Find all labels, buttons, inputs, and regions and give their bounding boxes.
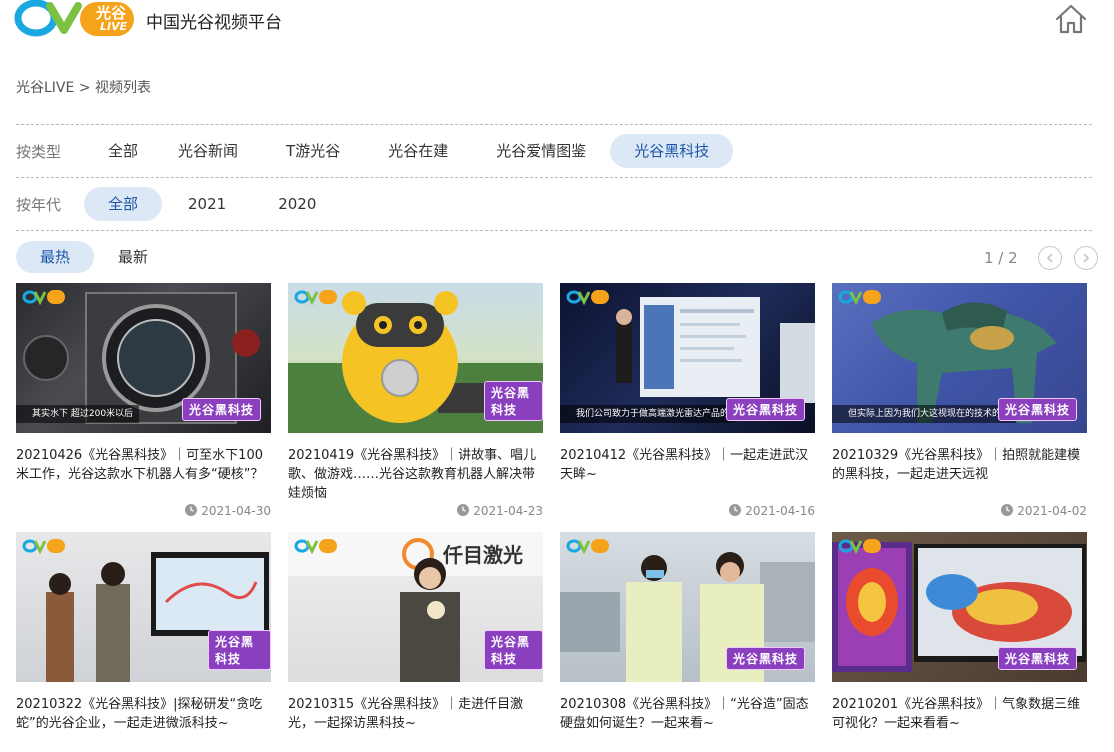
mini-logo-icon <box>566 289 610 306</box>
video-subtitle: 我们公司致力于做高端激光雷达产品的 <box>560 405 736 423</box>
mini-logo-icon <box>566 538 610 555</box>
series-badge: 光谷黑科技 <box>181 398 261 421</box>
home-icon[interactable] <box>1054 2 1088 36</box>
breadcrumb-current: 视频列表 <box>95 80 151 96</box>
video-date-text: 2021-04-23 <box>473 504 543 518</box>
year-all[interactable]: 全部 <box>84 187 163 221</box>
video-card[interactable]: 光谷黑科技 20210322《光谷黑科技》|探秘研发“贪吃蛇”的光谷企业，一起走… <box>16 532 271 752</box>
type-filter: 按类型 全部 光谷新闻 T游光谷 光谷在建 光谷爱情图鉴 光谷黑科技 <box>16 134 734 168</box>
type-love[interactable]: 光谷爱情图鉴 <box>472 134 610 168</box>
sort-tabs: 最热 最新 <box>16 241 172 273</box>
breadcrumb: 光谷LIVE > 视频列表 <box>16 77 151 97</box>
type-construction[interactable]: 光谷在建 <box>364 134 472 168</box>
video-card[interactable]: 我们公司致力于做高端激光雷达产品的 光谷黑科技 20210412《光谷黑科技》｜… <box>560 283 815 519</box>
header: 光谷 LIVE 中国光谷视频平台 <box>0 0 1114 50</box>
chevron-right-icon <box>1083 253 1089 263</box>
video-date: 2021-04-30 <box>16 503 271 519</box>
pager-text: 1 / 2 <box>984 249 1018 267</box>
video-card[interactable]: 但实际上因为我们大这视现在的技术的话 光谷黑科技 20210329《光谷黑科技》… <box>832 283 1087 519</box>
video-date-text: 2021-04-30 <box>201 504 271 518</box>
video-title[interactable]: 20210322《光谷黑科技》|探秘研发“贪吃蛇”的光谷企业，一起走进微派科技~ <box>16 695 271 752</box>
video-title[interactable]: 20210329《光谷黑科技》｜拍照就能建模的黑科技，一起走进天远视 <box>832 446 1087 503</box>
video-thumbnail[interactable]: 我们公司致力于做高端激光雷达产品的 光谷黑科技 <box>560 283 815 433</box>
clock-icon <box>1001 504 1014 516</box>
video-thumbnail[interactable]: 其实水下 超过200米以后 光谷黑科技 <box>16 283 271 433</box>
video-title[interactable]: 20210308《光谷黑科技》｜“光谷造”固态硬盘如何诞生？一起来看~ <box>560 695 815 752</box>
mini-logo-icon <box>294 538 338 555</box>
type-tour[interactable]: T游光谷 <box>262 134 364 168</box>
video-date: 2021-04-16 <box>560 503 815 519</box>
video-thumbnail[interactable]: 仟目激光 光谷黑科技 <box>288 532 543 682</box>
year-filter-label: 按年代 <box>16 195 62 214</box>
year-filter: 按年代 全部 2021 2020 <box>16 187 342 221</box>
video-card[interactable]: 光谷黑科技 20210308《光谷黑科技》｜“光谷造”固态硬盘如何诞生？一起来看… <box>560 532 815 752</box>
breadcrumb-root[interactable]: 光谷LIVE <box>16 80 74 96</box>
year-2020[interactable]: 2020 <box>252 187 342 221</box>
type-filter-label: 按类型 <box>16 142 62 161</box>
svg-text:仟目激光: 仟目激光 <box>442 543 523 567</box>
video-title[interactable]: 20210201《光谷黑科技》｜气象数据三维可视化？一起来看看~ <box>832 695 1087 752</box>
video-thumbnail[interactable]: 光谷黑科技 <box>16 532 271 682</box>
pager: 1 / 2 <box>984 245 1098 271</box>
logo-sub: LIVE <box>100 20 128 33</box>
mini-logo-icon <box>838 289 882 306</box>
series-badge: 光谷黑科技 <box>997 647 1077 670</box>
divider <box>16 124 1092 125</box>
mini-logo-icon <box>22 289 66 306</box>
video-thumbnail[interactable]: 光谷黑科技 <box>560 532 815 682</box>
next-page-button[interactable] <box>1073 246 1098 270</box>
series-badge: 光谷黑科技 <box>208 630 271 670</box>
type-all[interactable]: 全部 <box>92 134 154 168</box>
mini-logo-icon <box>838 538 882 555</box>
video-title[interactable]: 20210426《光谷黑科技》｜可至水下100米工作，光谷这款水下机器人有多“硬… <box>16 446 271 503</box>
video-thumbnail[interactable]: 光谷黑科技 <box>288 283 543 433</box>
video-card[interactable]: 仟目激光 光谷黑科技 20210315《光谷黑科技》｜走进仟目激光，一起探访黑科… <box>288 532 543 752</box>
series-badge: 光谷黑科技 <box>997 398 1077 421</box>
video-date: 2021-04-23 <box>288 503 543 519</box>
chevron-left-icon <box>1046 253 1053 263</box>
video-title[interactable]: 20210412《光谷黑科技》｜一起走进武汉天眸~ <box>560 446 815 503</box>
clock-icon <box>457 504 470 516</box>
video-subtitle: 但实际上因为我们大这视现在的技术的话 <box>832 405 1017 423</box>
video-thumbnail[interactable]: 光谷黑科技 <box>832 532 1087 682</box>
video-date-text: 2021-04-02 <box>1017 504 1087 518</box>
video-card[interactable]: 其实水下 超过200米以后 光谷黑科技 20210426《光谷黑科技》｜可至水下… <box>16 283 271 519</box>
mini-logo-icon <box>22 538 66 555</box>
clock-icon <box>185 504 198 516</box>
series-badge: 光谷黑科技 <box>484 630 543 670</box>
video-date: 2021-04-02 <box>832 503 1087 519</box>
sort-hot[interactable]: 最热 <box>16 241 95 273</box>
video-thumbnail[interactable]: 但实际上因为我们大这视现在的技术的话 光谷黑科技 <box>832 283 1087 433</box>
sort-new[interactable]: 最新 <box>94 241 172 273</box>
type-news[interactable]: 光谷新闻 <box>154 134 262 168</box>
type-tech[interactable]: 光谷黑科技 <box>610 134 734 168</box>
breadcrumb-separator: > <box>78 80 91 96</box>
series-badge: 光谷黑科技 <box>484 381 543 421</box>
video-title[interactable]: 20210419《光谷黑科技》｜讲故事、唱儿歌、做游戏……光谷这款教育机器人解决… <box>288 446 543 503</box>
divider <box>16 230 1092 231</box>
series-badge: 光谷黑科技 <box>725 398 805 421</box>
mini-logo-icon <box>294 289 338 306</box>
video-card[interactable]: 光谷黑科技 20210201《光谷黑科技》｜气象数据三维可视化？一起来看看~ <box>832 532 1087 752</box>
year-2021[interactable]: 2021 <box>162 187 252 221</box>
site-title: 中国光谷视频平台 <box>146 13 282 33</box>
video-date-text: 2021-04-16 <box>745 504 815 518</box>
video-title[interactable]: 20210315《光谷黑科技》｜走进仟目激光，一起探访黑科技~ <box>288 695 543 752</box>
series-badge: 光谷黑科技 <box>725 647 805 670</box>
video-subtitle: 其实水下 超过200米以后 <box>16 405 140 423</box>
site-logo[interactable]: 光谷 LIVE <box>14 0 138 40</box>
divider <box>16 177 1092 178</box>
prev-page-button[interactable] <box>1037 246 1062 270</box>
clock-icon <box>729 504 742 516</box>
video-card[interactable]: 光谷黑科技 20210419《光谷黑科技》｜讲故事、唱儿歌、做游戏……光谷这款教… <box>288 283 543 519</box>
